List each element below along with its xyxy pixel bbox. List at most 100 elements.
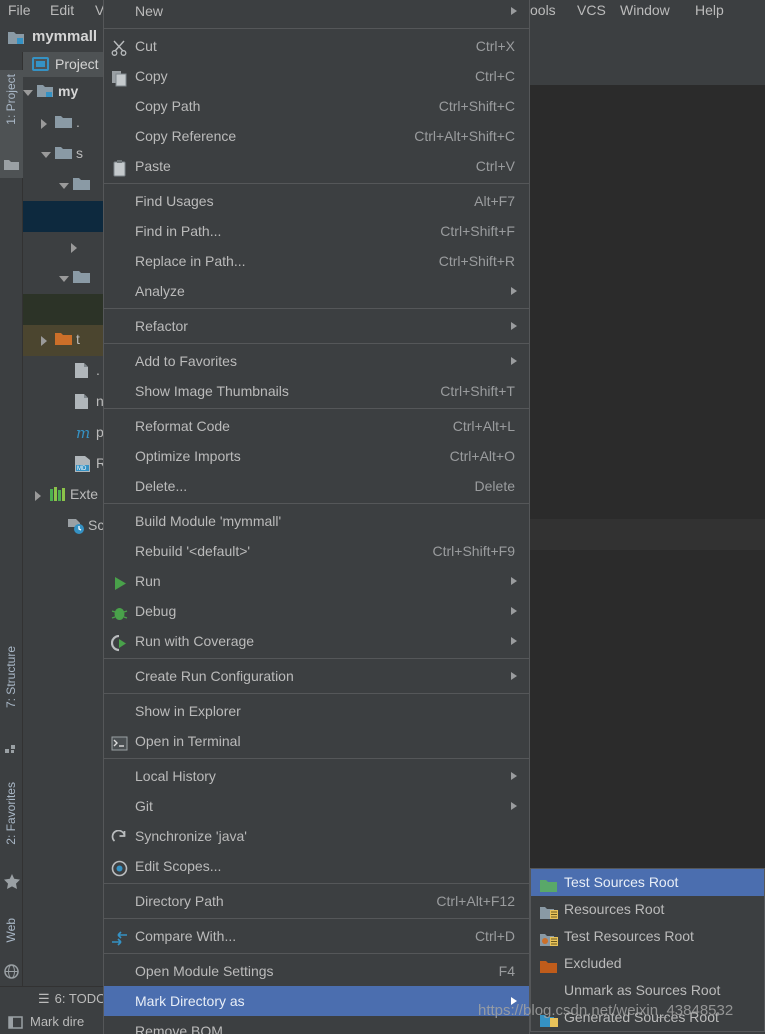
chevron-right-icon (511, 577, 517, 585)
chevron-right-icon[interactable] (71, 243, 77, 253)
tree-node-label: t (76, 331, 80, 347)
menu-separator (104, 503, 529, 504)
menu-item-paste[interactable]: Paste Ctrl+V (104, 151, 529, 181)
menu-item-refactor[interactable]: Refactor (104, 311, 529, 341)
menubar-item-help[interactable]: Help (695, 2, 724, 18)
menubar-item-file[interactable]: File (8, 2, 31, 18)
menu-item-shortcut: Delete (474, 478, 515, 494)
chevron-down-icon[interactable] (41, 152, 51, 158)
tool-window-tab-web[interactable]: Web (0, 914, 23, 986)
tree-node-label: . (76, 114, 80, 130)
chevron-right-icon[interactable] (35, 491, 41, 501)
menu-item-shortcut: Ctrl+Shift+C (438, 98, 515, 114)
chevron-down-icon[interactable] (59, 276, 69, 282)
submenu-item-excluded[interactable]: Excluded (531, 950, 764, 977)
tool-window-tab-2-favorites[interactable]: 2: Favorites (0, 778, 23, 896)
file-icon (75, 394, 88, 412)
submenu-item-resources-root[interactable]: Resources Root (531, 896, 764, 923)
chevron-right-icon (511, 802, 517, 810)
menu-item-shortcut: Ctrl+Alt+Shift+C (414, 128, 515, 144)
menu-item-synchronize-java[interactable]: Synchronize 'java' (104, 821, 529, 851)
menu-item-delete[interactable]: Delete... Delete (104, 471, 529, 501)
menu-separator (104, 28, 529, 29)
menu-item-new[interactable]: New (104, 0, 529, 26)
tool-window-tab-1-project[interactable]: 1: Project (0, 70, 23, 178)
chevron-right-icon (511, 322, 517, 330)
submenu-item-test-resources-root[interactable]: Test Resources Root (531, 923, 764, 950)
menu-item-analyze[interactable]: Analyze (104, 276, 529, 306)
menubar-item-window[interactable]: Window (620, 2, 670, 18)
menubar-item-vcs[interactable]: VCS (577, 2, 606, 18)
paste-icon (111, 157, 129, 177)
menu-item-label: Rebuild '<default>' (135, 543, 251, 559)
menu-separator (104, 658, 529, 659)
chevron-right-icon (511, 637, 517, 645)
menu-item-mark-directory-as[interactable]: Mark Directory as (104, 986, 529, 1016)
menu-item-shortcut: Ctrl+Shift+F9 (432, 543, 515, 559)
menu-item-label: Paste (135, 158, 171, 174)
menu-item-open-module-settings[interactable]: Open Module Settings F4 (104, 956, 529, 986)
todo-tool-button[interactable]: ☰ 6: TODO (38, 991, 106, 1007)
menu-item-shortcut: Alt+F7 (474, 193, 515, 209)
menu-item-local-history[interactable]: Local History (104, 761, 529, 791)
coverage-icon (110, 632, 129, 652)
menu-item-copy[interactable]: Copy Ctrl+C (104, 61, 529, 91)
menu-item-shortcut: Ctrl+D (474, 928, 515, 944)
menu-item-copy-path[interactable]: Copy Path Ctrl+Shift+C (104, 91, 529, 121)
menu-item-build-module-mymmall[interactable]: Build Module 'mymmall' (104, 506, 529, 536)
menu-item-optimize-imports[interactable]: Optimize Imports Ctrl+Alt+O (104, 441, 529, 471)
submenu-item-test-sources-root[interactable]: Test Sources Root (531, 869, 764, 896)
chevron-down-icon[interactable] (59, 183, 69, 189)
menu-item-label: Edit Scopes... (135, 858, 222, 874)
resources-root-icon (540, 902, 558, 920)
menu-item-compare-with[interactable]: Compare With... Ctrl+D (104, 921, 529, 951)
tool-window-tab-label: 2: Favorites (4, 782, 18, 845)
tool-window-tab-label: 1: Project (4, 74, 18, 125)
menubar-item-edit[interactable]: Edit (50, 2, 74, 18)
context-menu[interactable]: New Cut Ctrl+X Copy Ctrl+C Copy Path Ctrl+Shif… (103, 0, 530, 1034)
menu-item-directory-path[interactable]: Directory Path Ctrl+Alt+F12 (104, 886, 529, 916)
menu-item-create-run-configuration[interactable]: Create Run Configuration (104, 661, 529, 691)
menu-item-shortcut: Ctrl+Alt+O (449, 448, 515, 464)
menu-item-add-to-favorites[interactable]: Add to Favorites (104, 346, 529, 376)
tool-window-tab-7-structure[interactable]: 7: Structure (0, 642, 23, 762)
menu-item-cut[interactable]: Cut Ctrl+X (104, 31, 529, 61)
menu-item-label: Add to Favorites (135, 353, 237, 369)
submenu-item-unmark-as-sources-root[interactable]: Unmark as Sources Root (531, 977, 764, 1004)
tool-window-tab-label: 7: Structure (4, 646, 18, 709)
menu-item-git[interactable]: Git (104, 791, 529, 821)
menu-item-find-in-path[interactable]: Find in Path... Ctrl+Shift+F (104, 216, 529, 246)
menu-item-copy-reference[interactable]: Copy Reference Ctrl+Alt+Shift+C (104, 121, 529, 151)
menu-separator (104, 408, 529, 409)
menu-item-reformat-code[interactable]: Reformat Code Ctrl+Alt+L (104, 411, 529, 441)
chevron-right-icon[interactable] (41, 119, 47, 129)
menu-item-open-in-terminal[interactable]: Open in Terminal (104, 726, 529, 756)
debug-icon (111, 602, 129, 620)
menu-item-replace-in-path[interactable]: Replace in Path... Ctrl+Shift+R (104, 246, 529, 276)
menu-item-show-in-explorer[interactable]: Show in Explorer (104, 696, 529, 726)
menu-item-remove-bom[interactable]: Remove BOM (104, 1016, 529, 1034)
chevron-down-icon[interactable] (23, 90, 33, 96)
project-view-icon (32, 56, 50, 74)
menu-item-label: Build Module 'mymmall' (135, 513, 282, 529)
menu-separator (104, 693, 529, 694)
menu-item-find-usages[interactable]: Find Usages Alt+F7 (104, 186, 529, 216)
menu-item-show-image-thumbnails[interactable]: Show Image Thumbnails Ctrl+Shift+T (104, 376, 529, 406)
chevron-right-icon (511, 672, 517, 680)
tree-node-label: s (76, 145, 83, 161)
menu-item-shortcut: F4 (498, 963, 515, 979)
folder-icon (55, 115, 72, 132)
menu-item-run[interactable]: Run (104, 566, 529, 596)
menu-item-label: Delete... (135, 478, 188, 494)
menu-item-label: Replace in Path... (135, 253, 246, 269)
menu-item-debug[interactable]: Debug (104, 596, 529, 626)
chevron-right-icon (511, 772, 517, 780)
menu-item-label: Show Image Thumbnails (135, 383, 289, 399)
menu-separator (104, 183, 529, 184)
menu-item-run-with-coverage[interactable]: Run with Coverage (104, 626, 529, 656)
menu-item-rebuild-default[interactable]: Rebuild '<default>' Ctrl+Shift+F9 (104, 536, 529, 566)
menubar-item-ools[interactable]: ools (530, 2, 556, 18)
chevron-right-icon[interactable] (41, 336, 47, 346)
menu-item-edit-scopes[interactable]: Edit Scopes... (104, 851, 529, 881)
chevron-right-icon (511, 607, 517, 615)
